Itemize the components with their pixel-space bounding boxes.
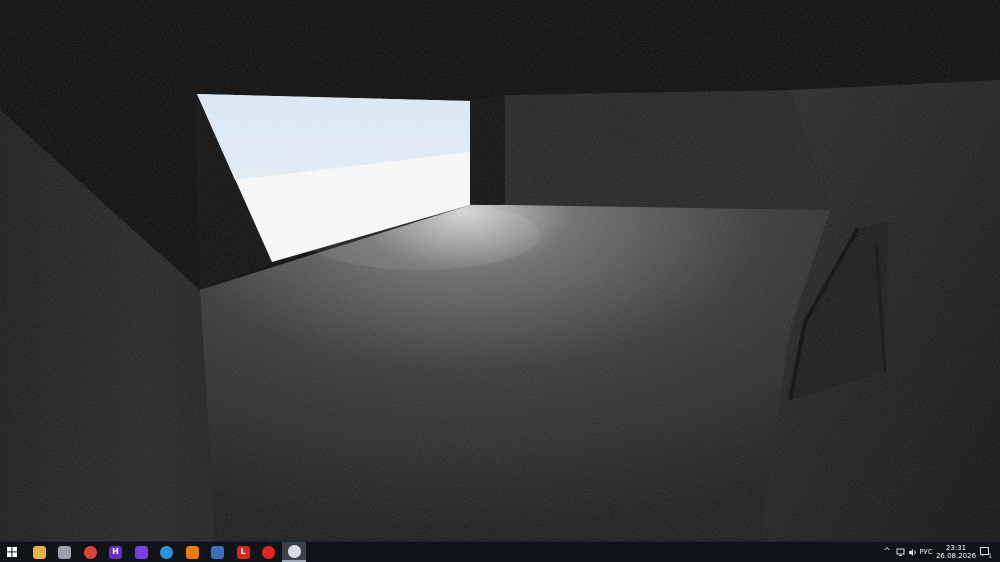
chevron-up-icon: ^ — [883, 547, 891, 557]
taskbar-app-button[interactable] — [27, 542, 51, 562]
taskbar-app-button[interactable] — [282, 542, 306, 562]
taskbar-app-button[interactable] — [78, 542, 102, 562]
browser-globe-icon — [160, 545, 173, 559]
unity-icon — [287, 544, 301, 558]
clock[interactable]: 23:31 26.08.2026 — [934, 542, 978, 562]
taskbar-app-button[interactable] — [206, 542, 230, 562]
taskbar-app-button[interactable]: H — [104, 542, 128, 562]
volume-icon[interactable] — [906, 542, 918, 562]
dark-room-scene — [0, 0, 1000, 541]
github-desktop-icon — [134, 545, 148, 559]
network-icon[interactable] — [894, 542, 906, 562]
taskbar-app-button[interactable] — [129, 542, 153, 562]
taskbar-app-button[interactable] — [53, 542, 77, 562]
notifications-button[interactable]: 1 — [978, 542, 992, 562]
hoi4-app-icon: H — [109, 545, 122, 559]
app-l-icon: L — [236, 545, 250, 559]
taskbar-app-button[interactable] — [180, 542, 204, 562]
start-button[interactable] — [0, 542, 24, 562]
file-explorer-icon — [32, 545, 46, 559]
taskbar: H L ^ РУС 23:31 26.08.2026 1 — [0, 541, 1000, 562]
game-viewport[interactable] — [0, 0, 1000, 541]
taskbar-app-button[interactable]: L — [231, 542, 255, 562]
chrome-icon — [83, 545, 97, 559]
record-icon — [262, 545, 275, 559]
windows-logo-icon — [7, 547, 17, 557]
files-app-icon — [58, 545, 71, 559]
show-hidden-icons-button[interactable]: ^ — [882, 542, 892, 562]
editor-app-icon — [211, 545, 224, 559]
taskbar-app-button[interactable] — [155, 542, 179, 562]
notification-count: 1 — [988, 553, 992, 560]
blender-icon — [185, 545, 199, 559]
clock-date: 26.08.2026 — [935, 552, 977, 560]
clock-time: 23:31 — [945, 544, 967, 552]
taskbar-app-button[interactable] — [257, 542, 281, 562]
language-indicator[interactable]: РУС — [918, 542, 934, 562]
